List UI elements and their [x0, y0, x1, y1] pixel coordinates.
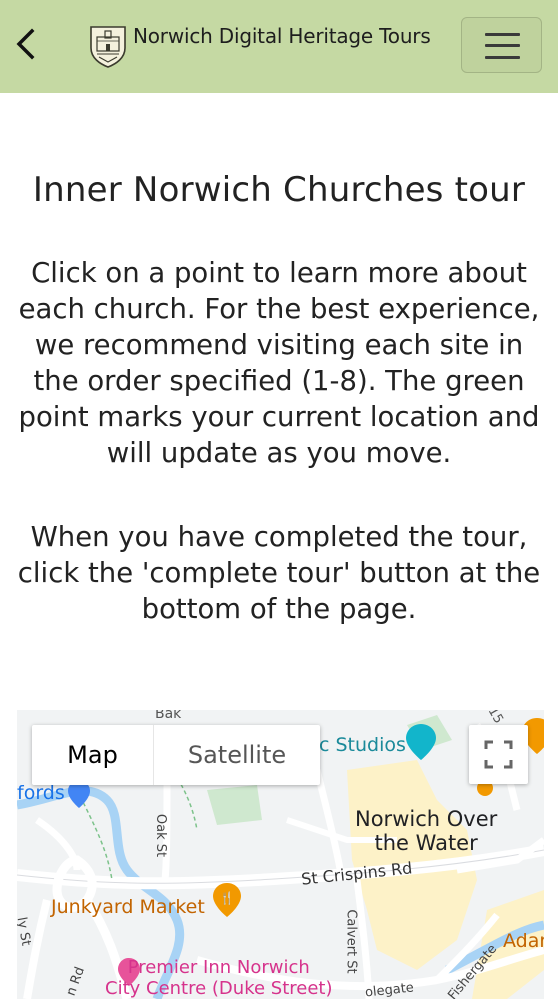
app-header: Norwich Digital Heritage Tours: [0, 0, 558, 93]
norwich-crest-logo: [88, 24, 128, 68]
map-label-studios: c Studios: [319, 734, 406, 756]
map-label-fords: fords: [17, 782, 65, 804]
map-type-map-button[interactable]: Map: [32, 725, 154, 785]
site-title[interactable]: Norwich Digital Heritage Tours: [133, 24, 431, 48]
fullscreen-button[interactable]: [469, 725, 528, 784]
menu-button[interactable]: [461, 17, 542, 73]
fullscreen-icon: [484, 740, 513, 769]
chevron-left-icon: [16, 28, 35, 60]
hamburger-bar: [485, 56, 520, 59]
hamburger-bar: [485, 44, 520, 47]
map-label-norwich-over-water: Norwich Over the Water: [355, 807, 498, 855]
svg-text:🍴: 🍴: [220, 891, 235, 905]
back-button[interactable]: [12, 26, 44, 62]
map-label-junkyard: Junkyard Market: [51, 896, 205, 918]
hamburger-menu-icon: [485, 33, 520, 36]
map-label-premier-inn: Premier Inn Norwich City Centre (Duke St…: [105, 957, 333, 999]
page-title: Inner Norwich Churches tour: [32, 170, 526, 210]
intro-paragraph: Click on a point to learn more about eac…: [18, 257, 540, 469]
map-label-bak: Bak: [155, 710, 182, 722]
instructions-paragraph: When you have completed the tour, click …: [17, 521, 541, 625]
map-label-oak-st: Oak St: [153, 813, 169, 858]
tour-map[interactable]: 🍴 Bak 15 c Studios fords Oak St Norwich …: [17, 710, 544, 999]
map-label-adam: Adar: [503, 930, 544, 952]
map-label-calvert: Calvert St: [343, 909, 359, 974]
map-type-control: Map Satellite: [32, 725, 320, 785]
map-type-satellite-button[interactable]: Satellite: [154, 725, 320, 785]
